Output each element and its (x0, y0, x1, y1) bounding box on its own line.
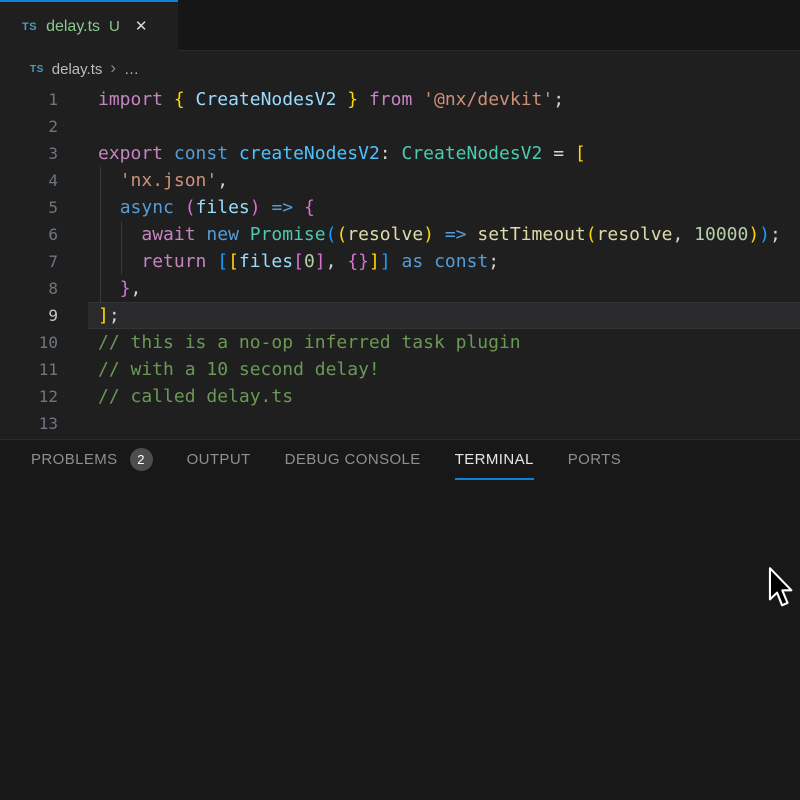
line-number: 13 (0, 410, 58, 437)
code-line[interactable]: 2 (0, 113, 800, 140)
line-number: 5 (0, 194, 58, 221)
typescript-file-icon: TS (22, 21, 37, 33)
breadcrumb[interactable]: TS delay.ts › … (0, 52, 800, 86)
panel-tab-label: PROBLEMS (31, 451, 118, 468)
problems-count-badge: 2 (130, 448, 153, 471)
line-number: 4 (0, 167, 58, 194)
bottom-panel: PROBLEMS 2 OUTPUT DEBUG CONSOLE TERMINAL PORT… (0, 439, 800, 800)
panel-tab-label: TERMINAL (455, 451, 534, 468)
code-line[interactable]: 12 // called delay.ts (0, 383, 800, 410)
chevron-right-icon: › (110, 58, 116, 78)
code-text: // called delay.ts (98, 383, 293, 410)
panel-tabs: PROBLEMS 2 OUTPUT DEBUG CONSOLE TERMINAL PORT… (0, 440, 800, 480)
code-text: }, (98, 275, 141, 302)
code-line[interactable]: 8 }, (0, 275, 800, 302)
line-number: 11 (0, 356, 58, 383)
line-number: 8 (0, 275, 58, 302)
code-line[interactable]: 6 await new Promise((resolve) => setTime… (0, 221, 800, 248)
panel-tab-ports[interactable]: PORTS (568, 440, 621, 480)
editor-tab-bar: TS delay.ts U ✕ (0, 0, 800, 51)
code-line[interactable]: 10 // this is a no-op inferred task plugi… (0, 329, 800, 356)
panel-tab-label: DEBUG CONSOLE (285, 451, 421, 468)
breadcrumb-symbol-ellipsis[interactable]: … (124, 61, 139, 78)
panel-tab-label: OUTPUT (187, 451, 251, 468)
line-number: 6 (0, 221, 58, 248)
mouse-cursor-icon (768, 566, 794, 612)
breadcrumb-file[interactable]: delay.ts (52, 61, 103, 78)
line-number: 9 (0, 302, 58, 329)
tab-title: delay.ts (46, 18, 100, 36)
panel-tab-output[interactable]: OUTPUT (187, 440, 251, 480)
code-line[interactable]: 7 return [[files[0], {}]] as const; (0, 248, 800, 275)
code-text: import { CreateNodesV2 } from '@nx/devki… (98, 86, 564, 113)
code-text: async (files) => { (98, 194, 315, 221)
code-text: // with a 10 second delay! (98, 356, 380, 383)
line-number: 12 (0, 383, 58, 410)
line-number: 2 (0, 113, 58, 140)
git-untracked-badge: U (109, 18, 120, 35)
code-line[interactable]: 11 // with a 10 second delay! (0, 356, 800, 383)
panel-tab-label: PORTS (568, 451, 621, 468)
editor-tab-delay-ts[interactable]: TS delay.ts U ✕ (0, 0, 178, 51)
code-text: 'nx.json', (98, 167, 228, 194)
code-line[interactable]: 1 import { CreateNodesV2 } from '@nx/devk… (0, 86, 800, 113)
code-line[interactable]: 9]; (0, 302, 800, 329)
panel-tab-problems[interactable]: PROBLEMS 2 (31, 440, 153, 480)
typescript-file-icon: TS (30, 64, 44, 75)
line-number: 7 (0, 248, 58, 275)
panel-tab-terminal[interactable]: TERMINAL (455, 440, 534, 480)
code-line[interactable]: 4 'nx.json', (0, 167, 800, 194)
code-text: ]; (98, 302, 120, 329)
code-line[interactable]: 13 (0, 410, 800, 437)
code-line[interactable]: 5 async (files) => { (0, 194, 800, 221)
line-number: 10 (0, 329, 58, 356)
code-text: return [[files[0], {}]] as const; (98, 248, 499, 275)
close-icon[interactable]: ✕ (135, 19, 148, 34)
code-text: // this is a no-op inferred task plugin (98, 329, 521, 356)
code-text: export const createNodesV2: CreateNodesV… (98, 140, 586, 167)
line-number: 1 (0, 86, 58, 113)
code-line[interactable]: 3 export const createNodesV2: CreateNodes… (0, 140, 800, 167)
current-line-highlight (88, 302, 800, 329)
code-lines[interactable]: 1 import { CreateNodesV2 } from '@nx/devk… (0, 86, 800, 437)
line-number: 3 (0, 140, 58, 167)
code-text: await new Promise((resolve) => setTimeou… (98, 221, 781, 248)
panel-tab-debug-console[interactable]: DEBUG CONSOLE (285, 440, 421, 480)
